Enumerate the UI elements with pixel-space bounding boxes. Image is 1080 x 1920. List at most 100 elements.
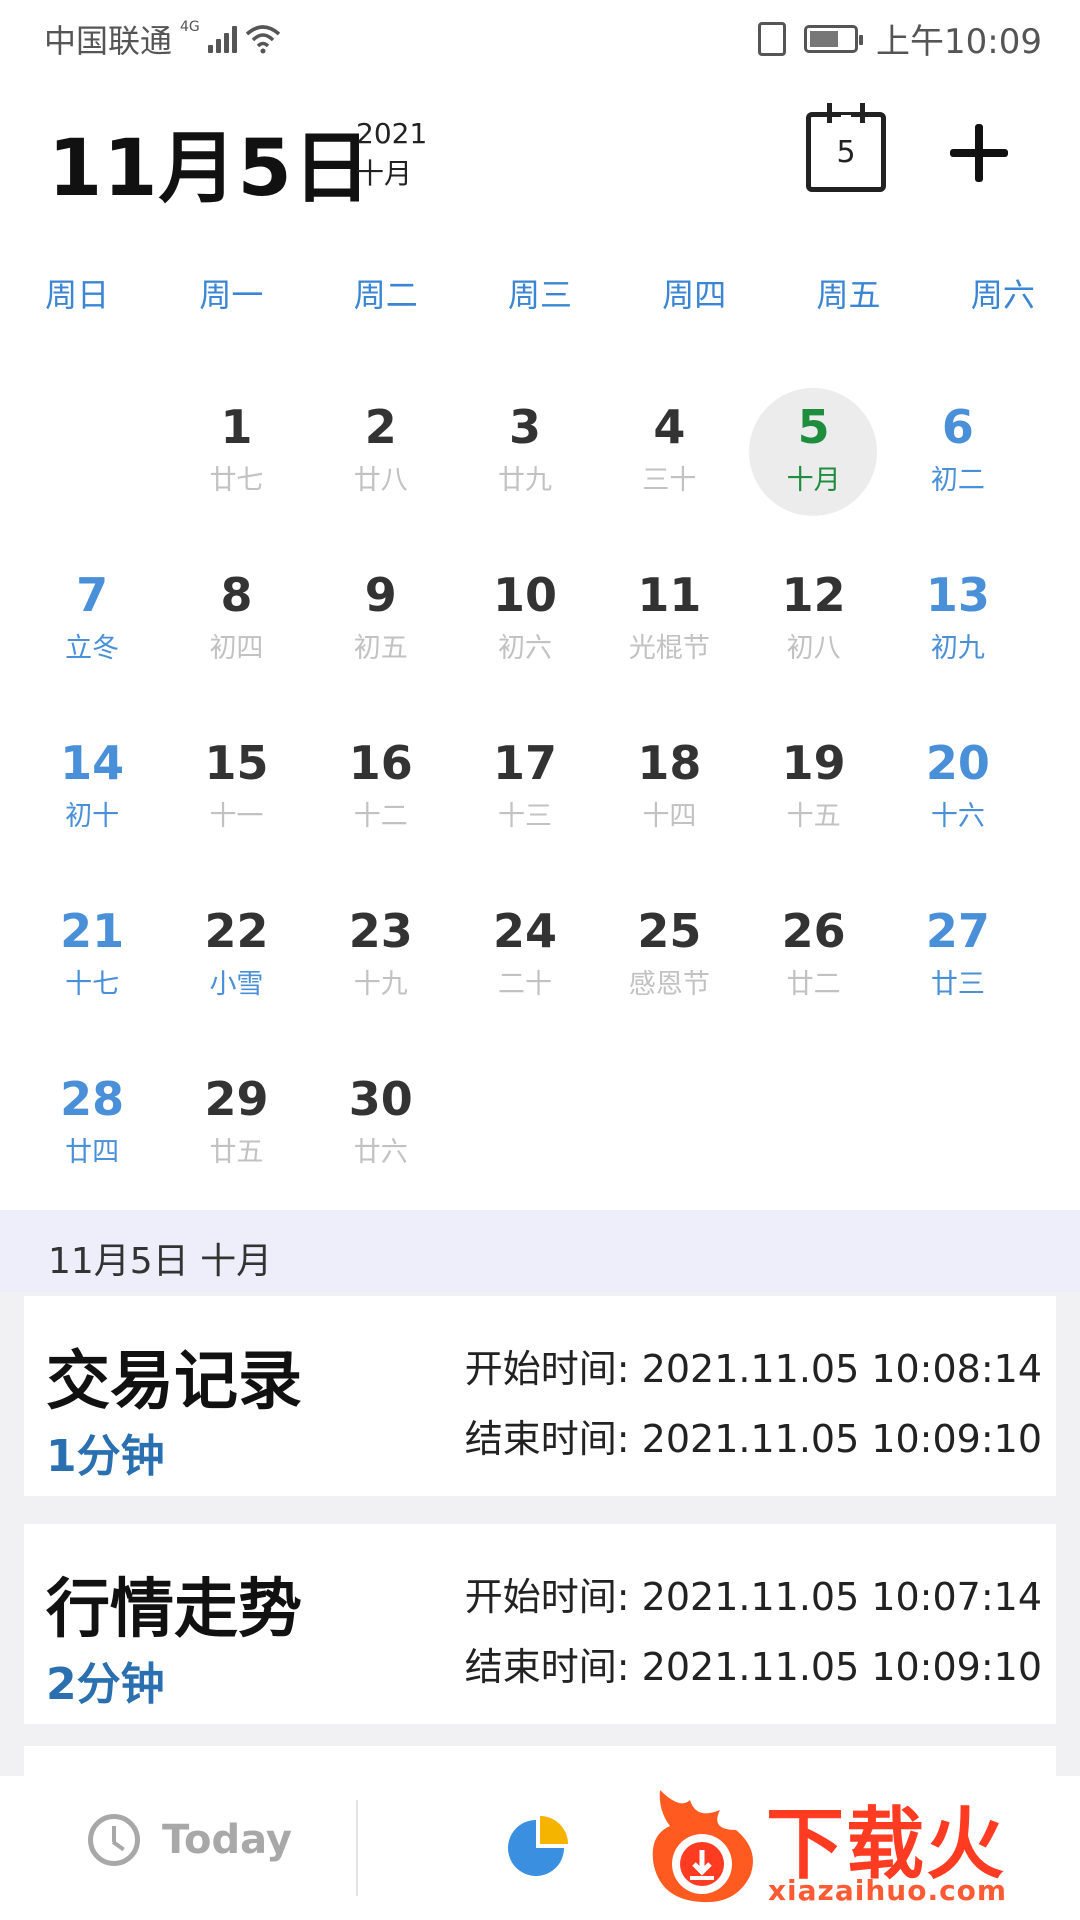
weekday-label: 周一 xyxy=(199,276,264,314)
event-duration: 2分钟 xyxy=(46,1659,165,1710)
event-end-time: 结束时间: 2021.11.05 10:09:10 xyxy=(464,1645,1042,1689)
day-lunar: 十三 xyxy=(498,801,553,832)
calendar-day-24[interactable]: 24 二十 xyxy=(453,882,597,1050)
calendar-day-27[interactable]: 27 廿三 xyxy=(886,882,1030,1050)
day-number: 20 xyxy=(925,736,990,790)
selected-date-bar: 11月5日 十月 xyxy=(0,1210,1080,1292)
battery-icon xyxy=(804,24,864,53)
weekday-label: 周四 xyxy=(662,276,727,314)
day-lunar: 廿五 xyxy=(209,1137,264,1168)
watermark-url: xiazaihuo.com xyxy=(768,1874,1008,1907)
calendar-day-9[interactable]: 9 初五 xyxy=(309,546,453,714)
day-number: 14 xyxy=(60,736,125,790)
calendar-day-12[interactable]: 12 初八 xyxy=(741,546,885,714)
day-lunar: 立冬 xyxy=(65,633,120,664)
event-start-time: 开始时间: 2021.11.05 10:08:14 xyxy=(464,1347,1042,1391)
event-card[interactable]: 交易记录 1分钟 开始时间: 2021.11.05 10:08:14 结束时间:… xyxy=(24,1296,1056,1496)
calendar-day-8[interactable]: 8 初四 xyxy=(164,546,308,714)
day-lunar: 初四 xyxy=(209,633,264,664)
tab-statistics[interactable] xyxy=(506,1814,570,1878)
day-lunar: 光棍节 xyxy=(628,633,710,664)
day-lunar: 十六 xyxy=(930,801,985,832)
event-start-time: 开始时间: 2021.11.05 10:07:14 xyxy=(464,1575,1042,1619)
calendar-day-13[interactable]: 13 初九 xyxy=(886,546,1030,714)
calendar-day-17[interactable]: 17 十三 xyxy=(453,714,597,882)
day-lunar: 初六 xyxy=(498,633,553,664)
selected-date-label: 11月5日 十月 xyxy=(48,1241,273,1282)
day-number: 18 xyxy=(637,736,702,790)
day-lunar: 感恩节 xyxy=(628,969,710,1000)
calendar-day-5[interactable]: 5 十月 xyxy=(741,378,885,546)
calendar-day-14[interactable]: 14 初十 xyxy=(20,714,164,882)
calendar-day-28[interactable]: 28 廿四 xyxy=(20,1050,164,1218)
day-lunar: 小雪 xyxy=(209,969,264,1000)
calendar-day-15[interactable]: 15 十一 xyxy=(164,714,308,882)
calendar-day-22[interactable]: 22 小雪 xyxy=(164,882,308,1050)
event-title: 行情走势 xyxy=(46,1573,302,1647)
day-number: 3 xyxy=(509,400,542,454)
day-lunar: 十九 xyxy=(353,969,408,1000)
day-lunar: 三十 xyxy=(642,465,697,496)
day-number: 1 xyxy=(220,400,253,454)
calendar-day-3[interactable]: 3 廿九 xyxy=(453,378,597,546)
calendar-day-19[interactable]: 19 十五 xyxy=(741,714,885,882)
calendar-day-20[interactable]: 20 十六 xyxy=(886,714,1030,882)
day-number: 8 xyxy=(220,568,253,622)
weekday-label: 周六 xyxy=(970,276,1035,314)
day-number: 13 xyxy=(925,568,990,622)
add-event-button[interactable] xyxy=(944,118,1014,188)
tab-divider xyxy=(356,1800,358,1896)
calendar-day-10[interactable]: 10 初六 xyxy=(453,546,597,714)
day-number: 26 xyxy=(781,904,846,958)
day-lunar: 廿六 xyxy=(353,1137,408,1168)
status-right: 上午10:09 xyxy=(758,14,1042,63)
calendar-day-7[interactable]: 7 立冬 xyxy=(20,546,164,714)
wifi-icon xyxy=(245,25,280,54)
tab-today-label: Today xyxy=(162,1817,292,1863)
calendar-day-18[interactable]: 18 十四 xyxy=(597,714,741,882)
day-number: 17 xyxy=(493,736,558,790)
watermark-logo: 下载火 xiazaihuo.com xyxy=(640,1780,1080,1920)
today-calendar-button[interactable]: 5 xyxy=(806,103,886,192)
day-lunar: 初八 xyxy=(786,633,841,664)
calendar-day-16[interactable]: 16 十二 xyxy=(309,714,453,882)
day-number: 4 xyxy=(653,400,686,454)
calendar-day-23[interactable]: 23 十九 xyxy=(309,882,453,1050)
tab-today[interactable]: Today xyxy=(88,1814,292,1866)
day-number: 9 xyxy=(364,568,397,622)
day-number: 28 xyxy=(60,1072,125,1126)
signal-icon xyxy=(207,25,237,53)
day-lunar: 廿四 xyxy=(65,1137,120,1168)
calendar-day-25[interactable]: 25 感恩节 xyxy=(597,882,741,1050)
calendar-day-11[interactable]: 11 光棍节 xyxy=(597,546,741,714)
calendar-day-26[interactable]: 26 廿二 xyxy=(741,882,885,1050)
calendar-day-30[interactable]: 30 廿六 xyxy=(309,1050,453,1218)
event-card[interactable]: 行情走势 2分钟 开始时间: 2021.11.05 10:07:14 结束时间:… xyxy=(24,1524,1056,1724)
day-lunar: 十一 xyxy=(209,801,264,832)
day-lunar: 廿三 xyxy=(930,969,985,1000)
event-title: 交易记录 xyxy=(46,1345,302,1419)
calendar-day-29[interactable]: 29 廿五 xyxy=(164,1050,308,1218)
day-number: 25 xyxy=(637,904,702,958)
day-lunar: 廿八 xyxy=(353,465,408,496)
day-lunar: 廿二 xyxy=(786,969,841,1000)
day-number: 5 xyxy=(797,400,830,454)
calendar-day-4[interactable]: 4 三十 xyxy=(597,378,741,546)
day-lunar: 十四 xyxy=(642,801,697,832)
day-lunar: 十七 xyxy=(65,969,120,1000)
day-lunar: 初五 xyxy=(353,633,408,664)
calendar-day-1[interactable]: 1 廿七 xyxy=(164,378,308,546)
calendar-grid: 1 廿七 2 廿八 3 廿九 4 三十 5 十月 6 初二 7 立冬 8 初四 9 初五 10 初六 11 光棍节 12 初八… xyxy=(20,378,1030,1218)
calendar-day-21[interactable]: 21 十七 xyxy=(20,882,164,1050)
calendar-day-2[interactable]: 2 廿八 xyxy=(309,378,453,546)
day-lunar: 十五 xyxy=(786,801,841,832)
page-title: 11月5日 xyxy=(48,124,372,214)
day-lunar: 廿七 xyxy=(209,465,264,496)
calendar-day-6[interactable]: 6 初二 xyxy=(886,378,1030,546)
status-bar: 中国联通 4G 上午10:09 xyxy=(0,0,1080,76)
title-meta: 2021 十月 xyxy=(356,114,427,194)
title-year: 2021 xyxy=(356,117,428,150)
day-number: 19 xyxy=(781,736,846,790)
day-lunar: 二十 xyxy=(498,969,553,1000)
day-number: 6 xyxy=(941,400,974,454)
